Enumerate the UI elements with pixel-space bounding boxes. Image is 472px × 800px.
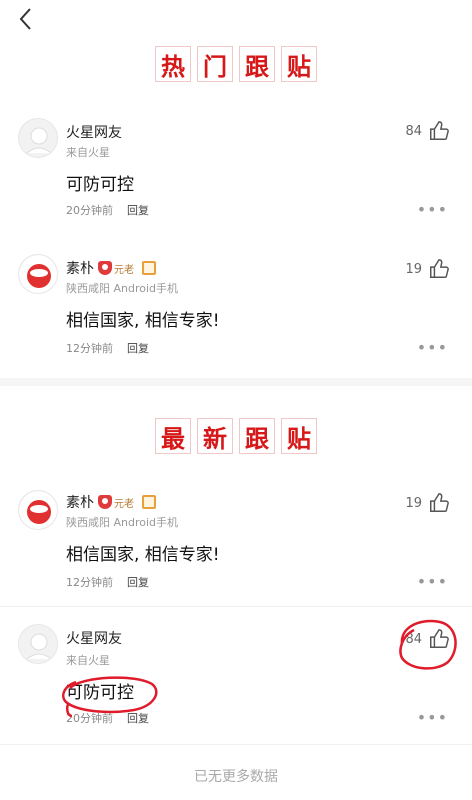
more-options-icon[interactable]: ••• [417,708,448,727]
hot-comments-title: 热 门 跟 贴 [0,46,472,82]
like-button[interactable]: 84 [405,628,450,650]
title-char: 贴 [281,46,317,82]
thumbs-up-icon [430,493,449,512]
user-location: 来自火星 [66,654,110,667]
back-button[interactable] [14,6,40,32]
avatar[interactable] [18,490,58,530]
comment-text: 可防可控 [66,683,134,703]
chevron-left-icon [19,8,31,30]
brand-avatar-icon [19,255,57,293]
like-count: 19 [405,261,422,277]
section-divider [0,378,472,386]
title-char: 跟 [239,418,275,454]
comment-item: 素朴 元老 陕西咸阳 Android手机 相信国家, 相信专家! 12分钟前 回… [0,246,472,366]
title-char: 贴 [281,418,317,454]
avatar[interactable] [18,118,58,158]
comment-item: 火星网友 来自火星 可防可控 20分钟前 回复 84 ••• [0,112,472,232]
avatar[interactable] [18,624,58,664]
comment-time: 12分钟前 [66,576,113,589]
title-char: 新 [197,418,233,454]
medal-icon [142,261,156,275]
new-comments-title: 最 新 跟 贴 [0,418,472,454]
reply-button[interactable]: 回复 [127,202,149,218]
title-char: 最 [155,418,191,454]
like-count: 84 [405,631,422,647]
like-count: 19 [405,495,422,511]
user-location: 来自火星 [66,146,110,159]
shield-icon [98,261,112,275]
avatar[interactable] [18,254,58,294]
more-options-icon[interactable]: ••• [417,572,448,591]
shield-icon [98,495,112,509]
comment-text: 相信国家, 相信专家! [66,545,220,565]
default-avatar-icon [19,625,57,663]
brand-avatar-icon [19,491,57,529]
medal-icon [142,495,156,509]
username[interactable]: 素朴 [66,492,94,512]
title-char: 跟 [239,46,275,82]
thumbs-up-icon [430,629,449,648]
reply-button[interactable]: 回复 [127,340,149,356]
reply-button[interactable]: 回复 [127,574,149,590]
more-options-icon[interactable]: ••• [417,338,448,357]
title-char: 门 [197,46,233,82]
no-more-data-text: 已无更多数据 [194,769,278,785]
like-count: 84 [405,123,422,139]
comment-text: 相信国家, 相信专家! [66,311,220,331]
like-button[interactable]: 84 [405,120,450,142]
elder-badge: 元老 [98,495,134,510]
username[interactable]: 火星网友 [66,628,122,648]
like-button[interactable]: 19 [405,492,450,514]
thumbs-up-icon [430,121,449,140]
username[interactable]: 素朴 [66,258,94,278]
username[interactable]: 火星网友 [66,122,122,142]
elder-badge: 元老 [98,261,134,276]
comment-time: 20分钟前 [66,204,113,217]
comment-text: 可防可控 [66,175,134,195]
thumbs-up-icon [430,259,449,278]
comment-item: 火星网友 来自火星 可防可控 20分钟前 回复 84 ••• [0,616,472,736]
comment-time: 20分钟前 [66,712,113,725]
row-divider [0,606,472,607]
comment-time: 12分钟前 [66,342,113,355]
user-location: 陕西咸阳 Android手机 [66,282,179,295]
reply-button[interactable]: 回复 [127,710,149,726]
user-location: 陕西咸阳 Android手机 [66,516,179,529]
row-divider [0,744,472,745]
default-avatar-icon [19,119,57,157]
more-options-icon[interactable]: ••• [417,200,448,219]
like-button[interactable]: 19 [405,258,450,280]
comment-item: 素朴 元老 陕西咸阳 Android手机 相信国家, 相信专家! 12分钟前 回… [0,482,472,602]
title-char: 热 [155,46,191,82]
